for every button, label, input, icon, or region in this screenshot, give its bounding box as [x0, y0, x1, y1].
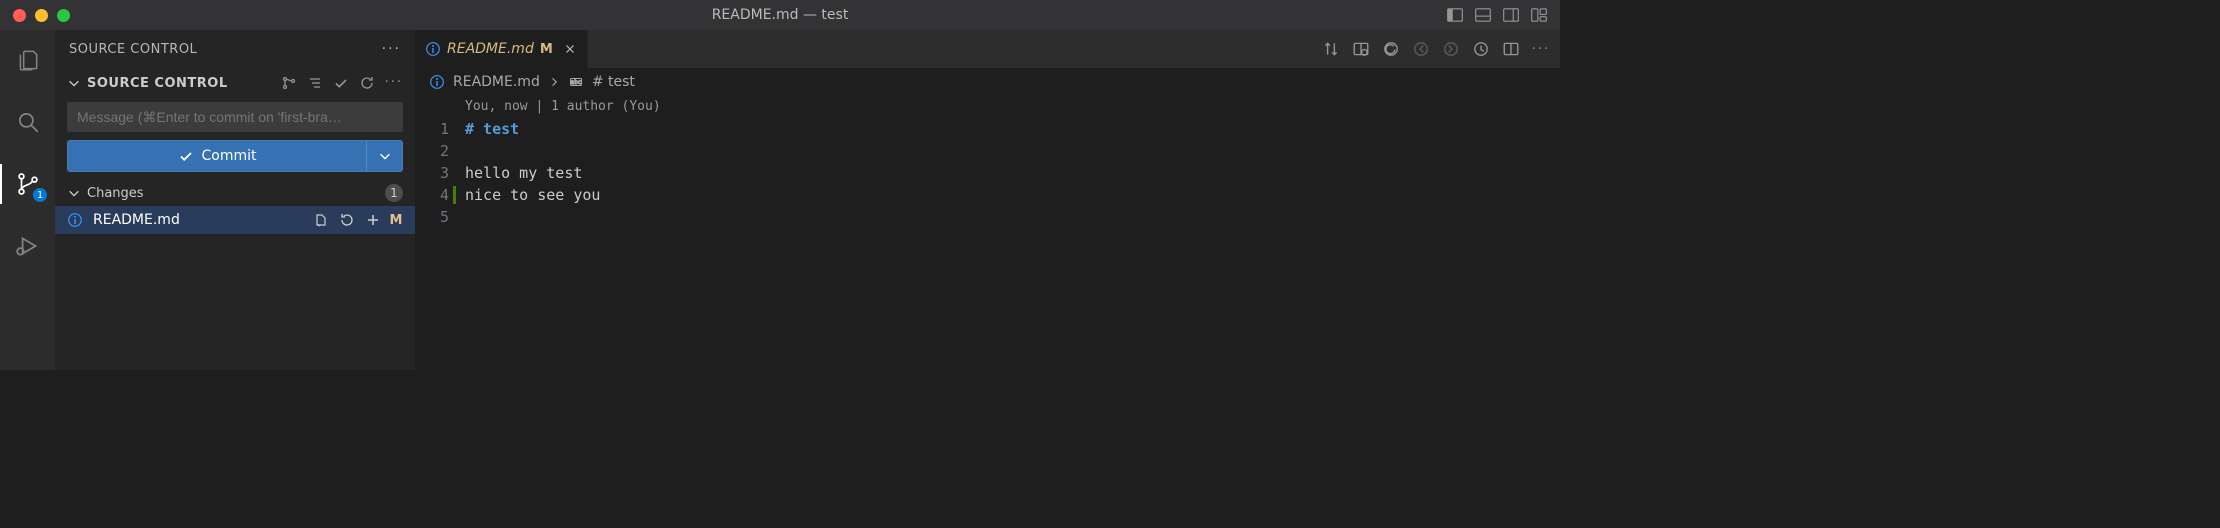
changed-file-row[interactable]: README.md M	[55, 206, 415, 234]
symbol-string-icon: abc	[568, 74, 584, 90]
customize-layout-icon[interactable]	[1530, 6, 1548, 24]
split-editor-icon[interactable]	[1502, 40, 1520, 58]
next-change-icon[interactable]	[1442, 40, 1460, 58]
open-file-icon[interactable]	[313, 212, 329, 228]
discard-icon[interactable]	[339, 212, 355, 228]
check-icon[interactable]	[333, 75, 349, 91]
activity-run-debug[interactable]	[0, 226, 55, 266]
changes-label: Changes	[87, 186, 144, 201]
files-icon	[15, 47, 41, 73]
line-number: 1	[415, 118, 449, 140]
svg-text:abc: abc	[570, 79, 581, 86]
commit-button-label: Commit	[202, 148, 257, 164]
file-actions	[313, 212, 381, 228]
toggle-secondary-sidebar-icon[interactable]	[1502, 6, 1520, 24]
view-as-tree-icon[interactable]	[281, 75, 297, 91]
check-icon	[178, 148, 194, 164]
code-area[interactable]: You, now | 1 author (You) # test hello m…	[465, 96, 1560, 228]
changes-head[interactable]: Changes 1	[55, 180, 415, 206]
changes-count: 1	[385, 184, 403, 202]
info-icon	[429, 74, 445, 90]
activity-bar: 1	[0, 30, 55, 370]
line-number: 4	[415, 184, 449, 206]
editor-content[interactable]: 1 2 3 4 5 You, now | 1 author (You) # te…	[415, 96, 1560, 228]
provider-head[interactable]: SOURCE CONTROL ···	[55, 68, 415, 98]
tab-row: README.md M ···	[415, 30, 1560, 68]
file-name: README.md	[93, 212, 305, 228]
maximize-window-button[interactable]	[57, 9, 70, 22]
info-icon	[425, 41, 441, 57]
commit-message-input[interactable]	[67, 102, 403, 132]
tab-readme[interactable]: README.md M	[415, 30, 588, 68]
file-status: M	[389, 213, 403, 228]
code-line	[465, 140, 1560, 162]
compare-changes-icon[interactable]	[1322, 40, 1340, 58]
panel-more-icon[interactable]: ···	[382, 41, 401, 57]
search-icon	[15, 109, 41, 135]
minimize-window-button[interactable]	[35, 9, 48, 22]
code-line: hello my test	[465, 162, 1560, 184]
breadcrumb-symbol: # test	[592, 74, 635, 90]
prev-change-icon[interactable]	[1412, 40, 1430, 58]
open-preview-icon[interactable]	[1352, 40, 1370, 58]
editor-actions: ···	[1312, 30, 1560, 68]
traffic-lights	[13, 9, 70, 22]
line-number: 3	[415, 162, 449, 184]
chevron-down-icon	[378, 149, 392, 163]
commit-row: Commit	[67, 140, 403, 172]
line-number: 2	[415, 140, 449, 162]
toggle-primary-sidebar-icon[interactable]	[1446, 6, 1464, 24]
line-gutter: 1 2 3 4 5	[415, 96, 465, 228]
panel-title: SOURCE CONTROL	[69, 42, 197, 57]
activity-source-control[interactable]: 1	[0, 164, 55, 204]
source-control-panel: SOURCE CONTROL ··· SOURCE CONTROL ··· Co…	[55, 30, 415, 370]
view-as-list-icon[interactable]	[307, 75, 323, 91]
activity-explorer[interactable]	[0, 40, 55, 80]
editor-more-icon[interactable]: ···	[1532, 42, 1550, 57]
provider-title: SOURCE CONTROL	[87, 76, 228, 91]
breadcrumb-file: README.md	[453, 74, 540, 90]
toggle-panel-icon[interactable]	[1474, 6, 1492, 24]
layout-controls	[1446, 6, 1548, 24]
panel-title-row: SOURCE CONTROL ···	[55, 30, 415, 68]
revert-icon[interactable]	[1382, 40, 1400, 58]
provider-actions: ···	[281, 75, 403, 91]
chevron-down-icon	[67, 186, 81, 200]
chevron-right-icon	[548, 76, 560, 88]
tab-name: README.md	[447, 41, 534, 57]
chevron-down-icon	[67, 76, 81, 90]
commit-menu-button[interactable]	[366, 141, 402, 171]
code-line: nice to see you	[465, 184, 1560, 206]
activity-search[interactable]	[0, 102, 55, 142]
debug-icon	[15, 233, 41, 259]
editor-group: README.md M ··· README.md abc	[415, 30, 1560, 370]
close-window-button[interactable]	[13, 9, 26, 22]
breadcrumb[interactable]: README.md abc # test	[415, 68, 1560, 96]
refresh-icon[interactable]	[359, 75, 375, 91]
info-icon	[67, 212, 83, 228]
codelens[interactable]: You, now | 1 author (You)	[465, 96, 1560, 118]
tab-modified: M	[540, 42, 553, 57]
line-number: 5	[415, 206, 449, 228]
provider-more-icon[interactable]: ···	[385, 75, 403, 91]
code-line	[465, 206, 1560, 228]
close-tab-icon[interactable]	[563, 42, 577, 56]
title-bar: README.md — test	[0, 0, 1560, 30]
commit-button[interactable]: Commit	[68, 141, 366, 171]
timeline-icon[interactable]	[1472, 40, 1490, 58]
scm-badge: 1	[33, 188, 47, 202]
stage-plus-icon[interactable]	[365, 212, 381, 228]
window-title: README.md — test	[712, 7, 849, 23]
code-line: # test	[465, 118, 1560, 140]
